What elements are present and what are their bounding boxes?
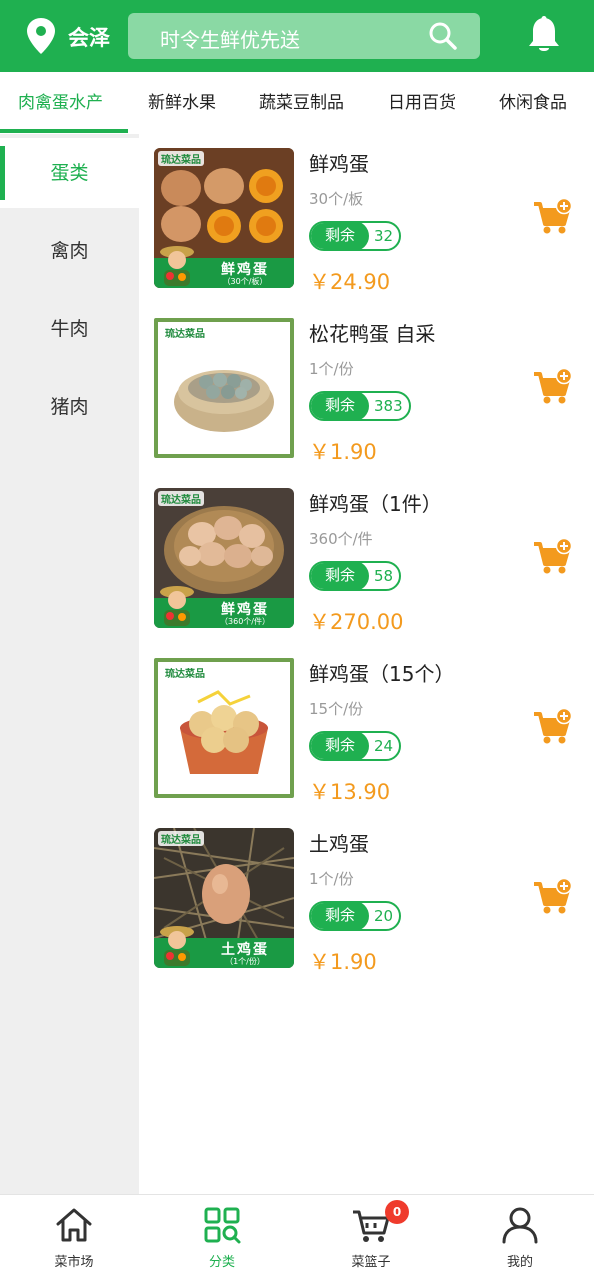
stock-badge: 剩余 32 [309, 221, 402, 251]
farmer-mascot-icon [160, 246, 194, 286]
nav-label: 菜篮子 [351, 1255, 391, 1270]
product-price: ￥1.90 [309, 950, 377, 974]
product-price: ￥13.90 [309, 780, 391, 804]
stock-count: 32 [374, 227, 394, 245]
stock-label: 剩余 [311, 903, 370, 929]
product-item[interactable]: 琉达菜品 鲜鸡蛋 （360个/件） 鲜鸡蛋（1件） 360个/件 剩余 58 ￥… [154, 488, 584, 638]
stock-label: 剩余 [311, 733, 370, 759]
nav-mine[interactable]: 我的 [446, 1195, 594, 1281]
image-banner-subtitle: （1个/份） [225, 957, 265, 966]
add-to-cart-icon[interactable] [532, 538, 572, 576]
nav-basket[interactable]: 菜篮子 [297, 1195, 445, 1281]
stock-label: 剩余 [311, 223, 370, 249]
stock-badge: 剩余 58 [309, 561, 402, 591]
brand-logo: 琉达菜品 [158, 151, 204, 166]
subcategory-sidebar: 蛋类 禽肉 牛肉 猪肉 [0, 134, 139, 1194]
add-to-cart-icon[interactable] [532, 878, 572, 916]
tab-fresh-fruit[interactable]: 新鲜水果 [148, 72, 216, 134]
brand-logo: 琉达菜品 [158, 831, 204, 846]
brand-logo: 琉达菜品 [162, 325, 208, 340]
product-spec: 1个/份 [309, 870, 354, 888]
stock-count: 20 [374, 907, 394, 925]
add-to-cart-icon[interactable] [532, 368, 572, 406]
category-icon [204, 1207, 241, 1244]
sidebar-item-label: 牛肉 [50, 318, 89, 340]
sidebar-active-indicator [0, 146, 5, 200]
product-name[interactable]: 鲜鸡蛋（1件） [309, 488, 442, 517]
sidebar-item-pork[interactable]: 猪肉 [0, 372, 139, 442]
brand-logo: 琉达菜品 [158, 491, 204, 506]
search-box[interactable]: 时令生鲜优先送 [128, 13, 480, 59]
product-spec: 360个/件 [309, 530, 373, 548]
product-item[interactable]: 琉达菜品 土鸡蛋 （1个/份） 土鸡蛋 1个/份 剩余 20 ￥1.90 [154, 828, 584, 978]
product-image[interactable]: 琉达菜品 土鸡蛋 （1个/份） [154, 828, 294, 968]
product-image[interactable]: 琉达菜品 [154, 658, 294, 798]
category-tabs: 肉禽蛋水产 新鲜水果 蔬菜豆制品 日用百货 休闲食品 [0, 72, 594, 134]
brand-logo: 琉达菜品 [162, 665, 208, 680]
active-tab-indicator [0, 129, 128, 133]
stock-badge: 剩余 24 [309, 731, 402, 761]
product-name[interactable]: 鲜鸡蛋 [309, 148, 369, 177]
add-to-cart-icon[interactable] [532, 198, 572, 236]
sidebar-item-label: 蛋类 [50, 162, 89, 184]
stock-badge: 剩余 20 [309, 901, 402, 931]
bottom-nav: 菜市场 分类 菜篮子 0 我的 [0, 1194, 594, 1280]
nav-category[interactable]: 分类 [148, 1195, 296, 1281]
product-item[interactable]: 琉达菜品 松花鸭蛋 自采 1个/份 剩余 383 ￥1.90 [154, 318, 584, 468]
product-name[interactable]: 鲜鸡蛋（15个） [309, 658, 454, 687]
egg-net-basket-image [158, 662, 290, 794]
product-item[interactable]: 琉达菜品 鲜鸡蛋 （30个/板） 鲜鸡蛋 30个/板 剩余 32 ￥24.90 [154, 148, 584, 298]
stock-count: 383 [374, 397, 403, 415]
stock-badge: 剩余 383 [309, 391, 411, 421]
product-name[interactable]: 土鸡蛋 [309, 828, 369, 857]
product-price: ￥24.90 [309, 270, 391, 294]
top-header: 会泽 时令生鲜优先送 [0, 0, 594, 72]
image-banner-subtitle: （30个/板） [222, 277, 268, 286]
sidebar-item-poultry[interactable]: 禽肉 [0, 216, 139, 286]
farmer-mascot-icon [160, 586, 194, 626]
sidebar-item-label: 猪肉 [50, 396, 89, 418]
tab-snacks[interactable]: 休闲食品 [499, 72, 567, 134]
sidebar-item-label: 禽肉 [50, 240, 89, 262]
add-to-cart-icon[interactable] [532, 708, 572, 746]
nav-label: 我的 [506, 1255, 533, 1270]
tab-vegetables-tofu[interactable]: 蔬菜豆制品 [259, 72, 344, 134]
product-spec: 30个/板 [309, 190, 364, 208]
product-image[interactable]: 琉达菜品 [154, 318, 294, 458]
product-spec: 15个/份 [309, 700, 364, 718]
nav-label: 分类 [208, 1255, 235, 1270]
product-image[interactable]: 琉达菜品 鲜鸡蛋 （30个/板） [154, 148, 294, 288]
stock-label: 剩余 [311, 563, 370, 589]
farmer-mascot-icon [160, 926, 194, 966]
cart-count-badge: 0 [385, 1200, 409, 1224]
product-price: ￥270.00 [309, 610, 404, 634]
product-item[interactable]: 琉达菜品 鲜鸡蛋（15个） 15个/份 剩余 24 ￥13.90 [154, 658, 584, 808]
stock-count: 24 [374, 737, 394, 755]
bell-icon[interactable] [525, 15, 563, 55]
location-pin-icon[interactable] [26, 17, 56, 55]
stock-label: 剩余 [311, 393, 370, 419]
product-price: ￥1.90 [309, 440, 377, 464]
stock-count: 58 [374, 567, 394, 585]
user-icon [502, 1207, 538, 1244]
sidebar-item-eggs[interactable]: 蛋类 [0, 138, 139, 208]
sidebar-item-beef[interactable]: 牛肉 [0, 294, 139, 364]
search-placeholder[interactable]: 时令生鲜优先送 [160, 24, 300, 53]
product-name[interactable]: 松花鸭蛋 自采 [309, 318, 435, 347]
preserved-duck-egg-image [158, 322, 290, 454]
home-icon [56, 1208, 92, 1242]
tab-meat-eggs-seafood[interactable]: 肉禽蛋水产 [18, 72, 103, 134]
search-icon[interactable] [428, 21, 458, 51]
product-image[interactable]: 琉达菜品 鲜鸡蛋 （360个/件） [154, 488, 294, 628]
nav-label: 菜市场 [54, 1255, 94, 1270]
tab-daily-goods[interactable]: 日用百货 [388, 72, 456, 134]
location-label[interactable]: 会泽 [68, 22, 110, 52]
product-spec: 1个/份 [309, 360, 354, 378]
image-banner-subtitle: （360个/件） [220, 617, 270, 626]
nav-market[interactable]: 菜市场 [0, 1195, 148, 1281]
